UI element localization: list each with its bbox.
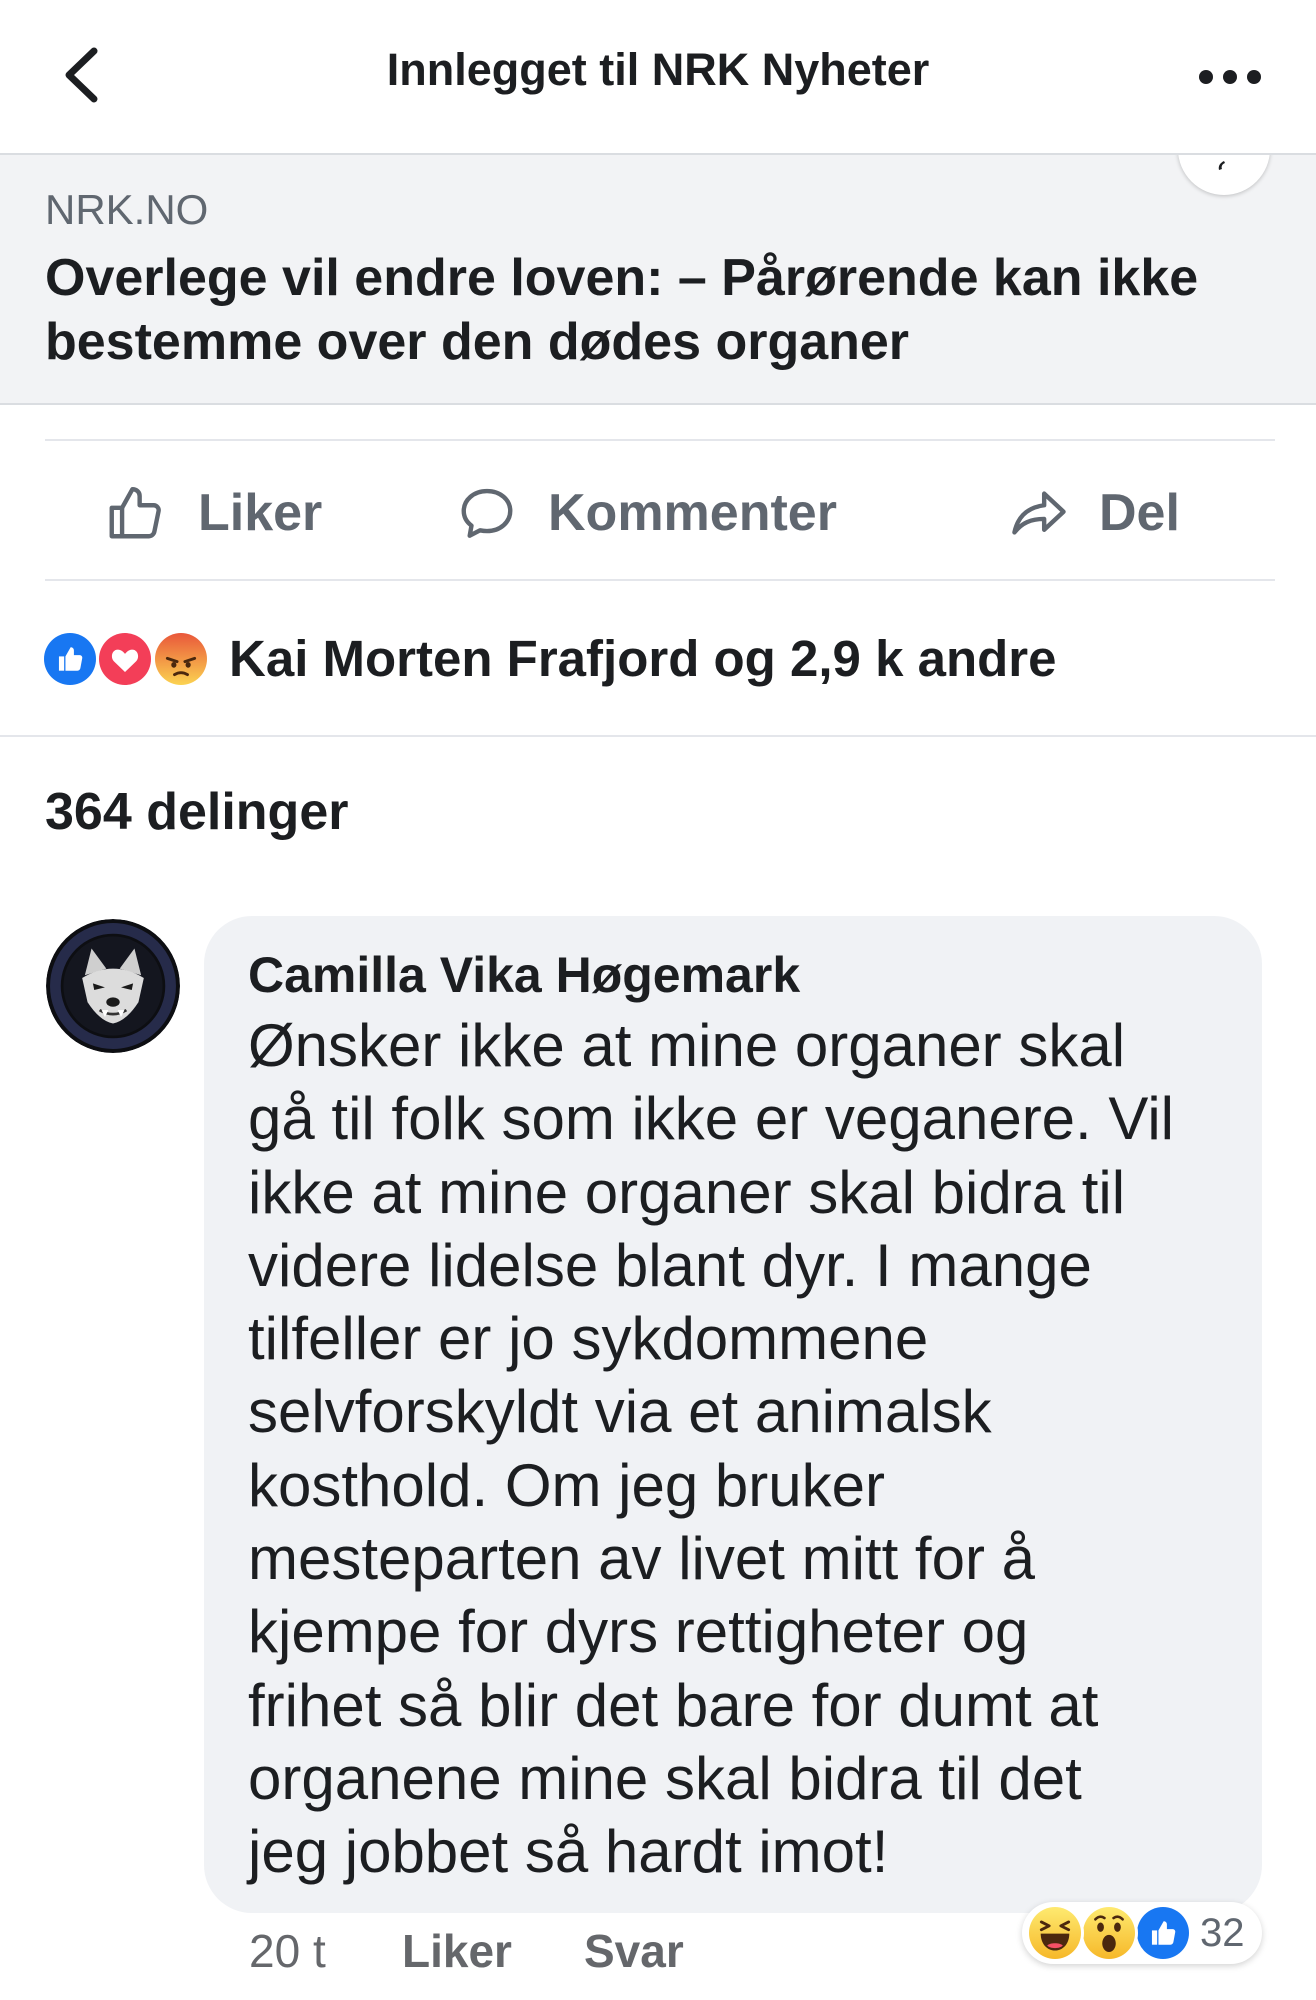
top-bar: Innlegget til NRK Nyheter [0,0,1316,153]
link-preview-card[interactable]: NRK.NO Overlege vil endre loven: – Pårør… [0,153,1316,405]
comment-button[interactable]: Kommenter [456,481,837,545]
comment-body-line: tilfeller er jo sykdommene [248,1305,929,1373]
more-options-button[interactable] [1197,67,1263,87]
thumbs-up-icon [109,487,161,539]
comment-body-line: gå til folk som ikke er veganere. Vil [248,1085,1174,1153]
comment-reaction-count: 32 [1200,1911,1245,1955]
comment-author[interactable]: Camilla Vika Høgemark [248,945,800,1005]
comment-body-line: selvforskyldt via et animalsk [248,1378,992,1446]
divider [45,439,1275,441]
comment-body-line: ikke at mine organer skal bidra til [248,1158,1126,1226]
link-headline-line: bestemme over den dødes organer [45,313,910,371]
comment-reactions-badge[interactable]: 32 [1022,1902,1262,1964]
comment-body-line: videre lidelse blant dyr. I mange [248,1231,1092,1299]
comment-body-line: mesteparten av livet mitt for å [248,1525,1035,1593]
share-button-label: Del [1099,484,1180,542]
love-reaction-icon [96,630,154,688]
share-arrow-icon [1012,491,1066,535]
comment-body: Ønsker ikke at mine organer skal gå til … [248,1009,1174,1889]
more-dots-icon [1199,70,1261,84]
comment-body-line: organene mine skal bidra til det [248,1744,1082,1812]
comment-reply-button[interactable]: Svar [584,1923,684,1979]
wow-reaction-icon [1080,1904,1138,1962]
page-title: Innlegget til NRK Nyheter [386,44,930,95]
link-headline-line: Overlege vil endre loven: – Pårørende ka… [45,249,1199,307]
comment-body-line: jeg jobbet så hardt imot! [248,1818,889,1886]
comment-button-label: Kommenter [548,484,837,542]
angry-reaction-icon [152,630,210,688]
link-source-domain: NRK.NO [45,186,209,233]
divider [45,579,1275,581]
comment-body-line: frihet så blir det bare for dumt at [248,1671,1099,1739]
avatar[interactable] [46,919,180,1053]
quote-mark-icon [1218,161,1225,170]
like-reaction-icon [1134,1904,1192,1962]
like-button[interactable]: Liker [104,481,322,545]
comment-body-line: kjempe for dyrs rettigheter og [248,1598,1029,1666]
comment-body-line: Ønsker ikke at mine organer skal [248,1012,1126,1079]
wolf-logo-icon [46,919,180,1053]
comment-icon [461,488,513,538]
comment-like-button[interactable]: Liker [402,1923,512,1979]
share-button[interactable]: Del [1008,481,1180,545]
like-button-label: Liker [198,484,323,542]
reactions-summary[interactable]: Kai Morten Frafjord og 2,9 k andre [38,627,1158,691]
haha-reaction-icon [1026,1904,1084,1962]
comment-bubble: Camilla Vika Høgemark Ønsker ikke at min… [204,916,1262,1913]
shares-count[interactable]: 364 delinger [45,780,348,844]
comment-body-line: kosthold. Om jeg bruker [248,1451,885,1519]
link-headline: Overlege vil endre loven: – Pårørende ka… [45,246,1198,374]
reactions-summary-text: Kai Morten Frafjord og 2,9 k andre [229,630,1057,687]
comment-timestamp[interactable]: 20 t [249,1923,326,1979]
preview-options-button[interactable] [1178,155,1270,195]
divider [0,735,1316,737]
like-reaction-icon [41,630,99,688]
